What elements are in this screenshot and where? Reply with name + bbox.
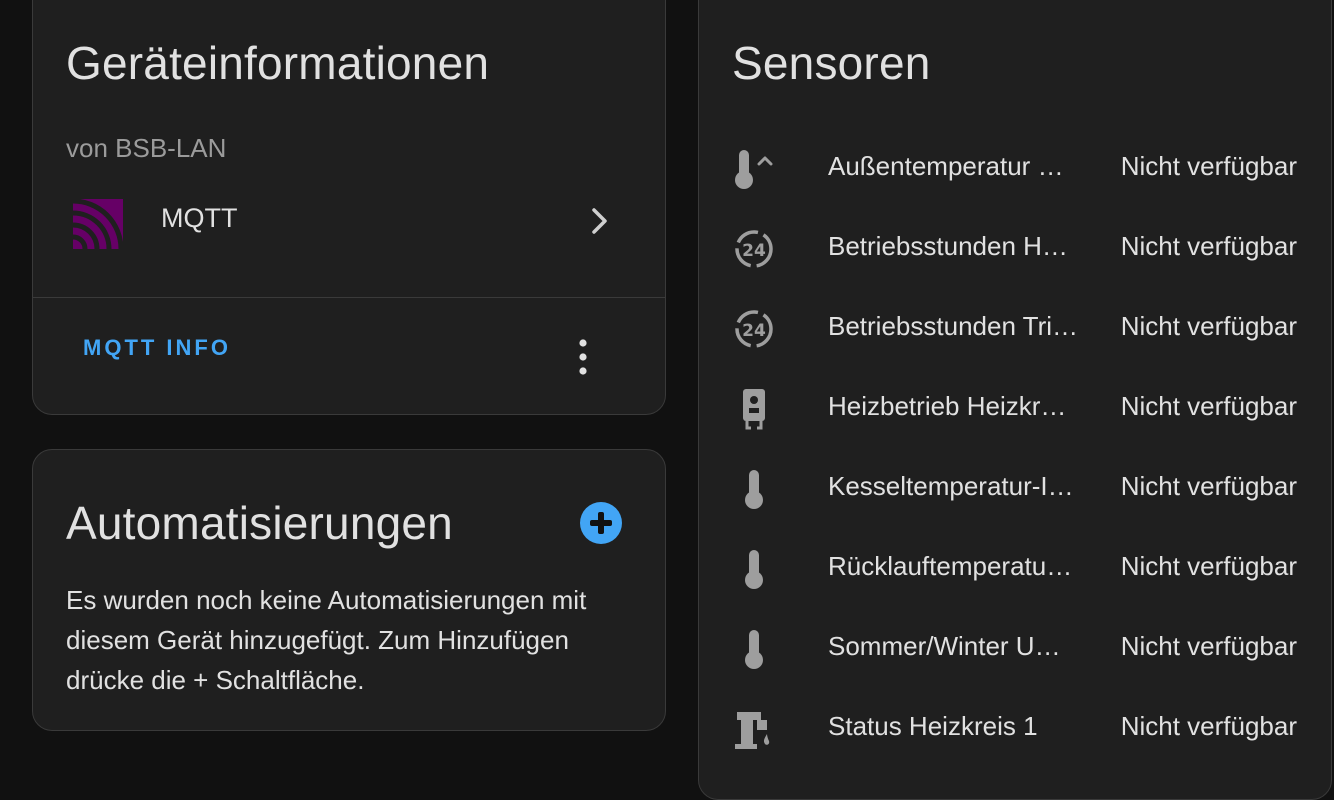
mqtt-logo-icon [73, 199, 123, 249]
sensor-state: Nicht verfügbar [1120, 631, 1297, 661]
sensor-state: Nicht verfügbar [1120, 311, 1297, 341]
sensor-state: Nicht verfügbar [1120, 471, 1297, 501]
svg-text:24: 24 [742, 241, 766, 261]
hours-24-icon: 24 [735, 230, 773, 268]
sensor-row[interactable]: Rücklauftemperatur Istwert Nicht verfügb… [699, 529, 1331, 609]
automations-card: Automatisierungen Es wurden noch keine A… [32, 449, 666, 731]
sensor-name: Sommer/Winter Umschalttemperatur [828, 631, 1080, 661]
more-options-icon[interactable] [569, 337, 597, 377]
sensor-name: Kesseltemperatur-Istwert [828, 471, 1080, 501]
svg-text:24: 24 [742, 321, 766, 341]
device-info-title: Geräteinformationen [66, 37, 490, 89]
thermometer-icon [745, 550, 763, 589]
chevron-right-icon [592, 208, 607, 234]
sensor-state: Nicht verfügbar [1120, 151, 1297, 181]
thermometer-icon [745, 470, 763, 509]
sensor-state: Nicht verfügbar [1120, 391, 1297, 421]
sensor-name: Betriebsstunden Trinkwasser [828, 311, 1080, 341]
divider [33, 297, 665, 298]
thermometer-icon [745, 630, 763, 669]
automations-title: Automatisierungen [66, 497, 453, 549]
sensor-state: Nicht verfügbar [1120, 231, 1297, 261]
integration-row-mqtt[interactable]: MQTT [33, 189, 665, 287]
sensor-row[interactable]: Sommer/Winter Umschalttemperatur Nicht v… [699, 609, 1331, 689]
sensor-row[interactable]: Status Heizkreis 1 Nicht verfügbar [699, 689, 1331, 769]
automations-empty-text: Es wurden noch keine Automatisierungen m… [66, 585, 587, 695]
sensor-row[interactable]: Außentemperatur Minimum Nicht verfügbar [699, 129, 1331, 209]
mqtt-info-button[interactable]: MQTT INFO [69, 327, 245, 369]
water-pump-icon [735, 712, 770, 749]
sensor-name: Heizbetrieb Heizkreis 1 [828, 391, 1080, 421]
sensor-name: Außentemperatur Minimum [828, 151, 1080, 181]
sensor-row[interactable]: Heizbetrieb Heizkreis 1 Nicht verfügbar [699, 369, 1331, 449]
sensor-state: Nicht verfügbar [1120, 711, 1297, 741]
sensor-row[interactable]: 24 Betriebsstunden Trinkwasser Nicht ver… [699, 289, 1331, 369]
sensor-name: Betriebsstunden Heizkreis 1 [828, 231, 1080, 261]
hours-24-icon: 24 [735, 310, 773, 348]
sensor-name: Rücklauftemperatur Istwert [828, 551, 1080, 581]
sensor-row[interactable]: Kesseltemperatur-Istwert Nicht verfügbar [699, 449, 1331, 529]
sensor-state: Nicht verfügbar [1120, 551, 1297, 581]
sensors-title: Sensoren [732, 37, 931, 89]
thermometer-chevron-up-icon [735, 150, 773, 189]
device-manufacturer: von BSB-LAN [66, 133, 227, 163]
integration-label: MQTT [161, 203, 238, 233]
sensor-name: Status Heizkreis 1 [828, 711, 1038, 741]
add-automation-button[interactable] [580, 502, 622, 544]
sensors-card: Sensoren Außentemperatur Minimum Nicht v… [698, 0, 1332, 800]
device-info-card: Geräteinformationen von BSB-LAN MQTT MQT… [32, 0, 666, 415]
water-boiler-icon [743, 389, 765, 430]
sensor-row[interactable]: 24 Betriebsstunden Heizkreis 1 Nicht ver… [699, 209, 1331, 289]
